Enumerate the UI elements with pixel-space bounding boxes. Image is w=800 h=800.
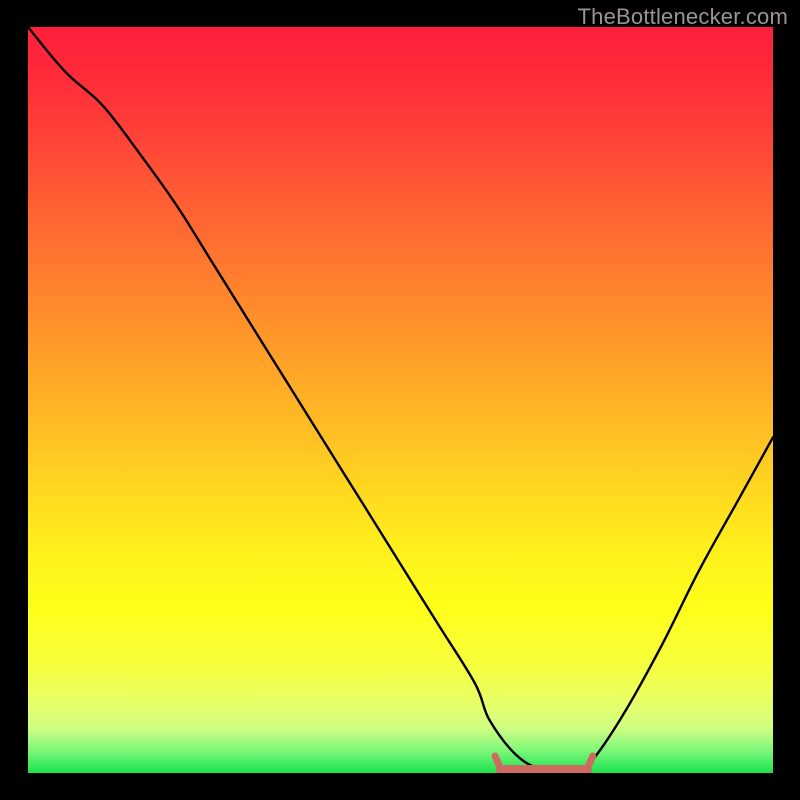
chart-frame: TheBottlenecker.com xyxy=(0,0,800,800)
flat-right-tick xyxy=(587,756,593,770)
flat-left-tick xyxy=(495,756,501,770)
curve-layer xyxy=(28,27,773,773)
bottleneck-curve xyxy=(28,27,773,772)
plot-area xyxy=(28,27,773,773)
